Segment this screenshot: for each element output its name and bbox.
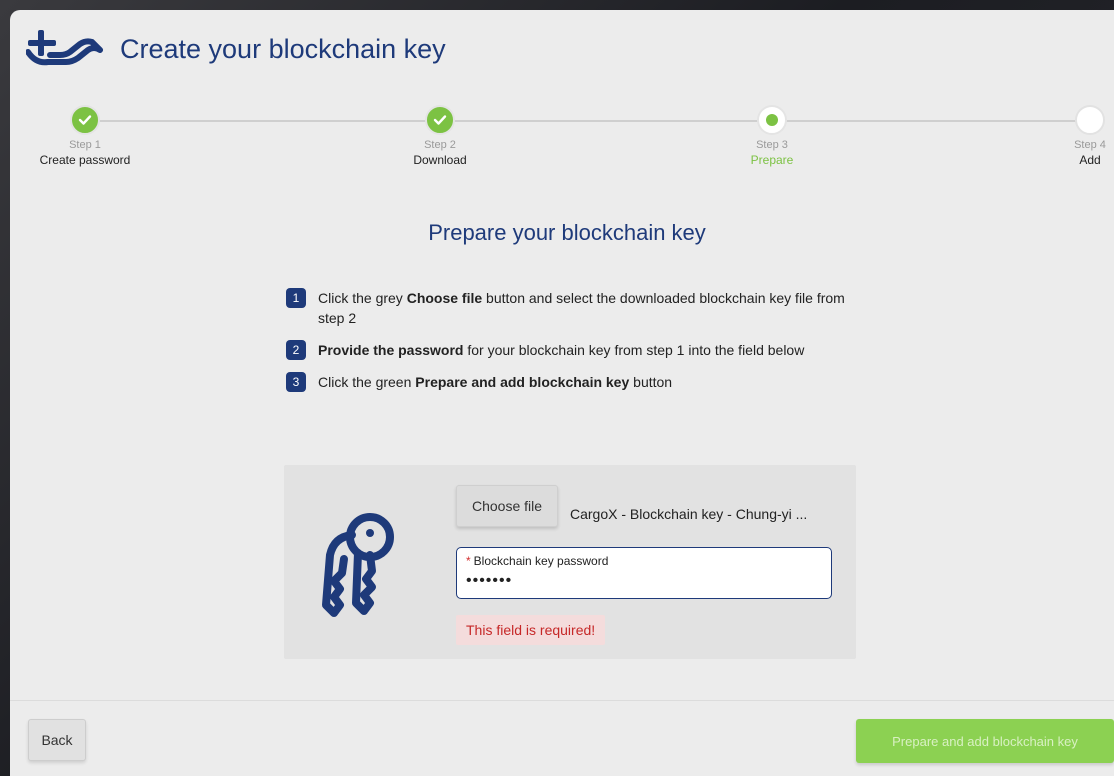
instruction-text-post: button (629, 374, 673, 390)
checkmark-icon (433, 115, 447, 125)
choose-file-button[interactable]: Choose file (456, 485, 558, 527)
step-1: Step 1 Create password (22, 105, 148, 167)
step-current-indicator (757, 105, 787, 135)
step-number: Step 1 (69, 139, 101, 151)
step-3: Step 3 Prepare (722, 105, 822, 167)
selected-filename: CargoX - Blockchain key - Chung-yi ... (570, 506, 808, 522)
step-label: Create password (39, 153, 131, 167)
instruction-text-post: for your blockchain key from step 1 into… (463, 342, 805, 358)
step-number: Step 2 (424, 139, 456, 151)
instruction-item: 2 Provide the password for your blockcha… (286, 340, 866, 360)
step-number: Step 4 (1074, 139, 1106, 151)
instruction-number-badge: 3 (286, 372, 306, 392)
validation-error: This field is required! (456, 615, 606, 645)
prepare-and-add-button[interactable]: Prepare and add blockchain key (856, 719, 1114, 763)
required-marker: * (466, 554, 471, 568)
instruction-text-pre: Click the green (318, 374, 416, 390)
page-title: Create your blockchain key (120, 34, 446, 64)
instruction-text: Provide the password for your blockchain… (318, 340, 804, 360)
cargox-logo-icon (26, 30, 103, 66)
checkmark-icon (78, 115, 92, 125)
instruction-item: 1 Click the grey Choose file button and … (286, 288, 866, 328)
step-4: Step 4 Add (1060, 105, 1114, 167)
step-complete-indicator (70, 105, 100, 135)
password-field[interactable]: * Blockchain key password ••••••• (456, 547, 832, 599)
instruction-text-bold: Provide the password (318, 342, 464, 358)
key-upload-panel: Choose file CargoX - Blockchain key - Ch… (284, 465, 856, 659)
keys-icon (322, 513, 394, 617)
step-pending-indicator (1075, 105, 1105, 135)
header: Create your blockchain key (10, 10, 1114, 90)
password-label: * Blockchain key password (466, 554, 608, 568)
instruction-number-badge: 1 (286, 288, 306, 308)
step-label: Add (1079, 153, 1101, 167)
password-input[interactable]: ••••••• (466, 572, 806, 590)
step-2: Step 2 Download (390, 105, 490, 167)
password-label-text: Blockchain key password (473, 554, 609, 568)
back-button[interactable]: Back (28, 719, 86, 761)
app-window: Create your blockchain key Step 1 Create… (10, 10, 1114, 776)
step-complete-indicator (425, 105, 455, 135)
step-label: Prepare (750, 153, 794, 167)
footer-divider (10, 700, 1114, 701)
instruction-list: 1 Click the grey Choose file button and … (286, 288, 866, 404)
instruction-item: 3 Click the green Prepare and add blockc… (286, 372, 866, 392)
instruction-text-pre: Click the grey (318, 290, 407, 306)
instruction-text: Click the grey Choose file button and se… (318, 288, 866, 328)
step-number: Step 3 (756, 139, 788, 151)
section-heading: Prepare your blockchain key (428, 220, 706, 245)
current-dot (766, 114, 778, 126)
instruction-text-bold: Choose file (406, 290, 483, 306)
instruction-text-bold: Prepare and add blockchain key (415, 374, 630, 390)
instruction-number-badge: 2 (286, 340, 306, 360)
instruction-text: Click the green Prepare and add blockcha… (318, 372, 672, 392)
step-connector (85, 120, 1095, 122)
stepper: Step 1 Create password Step 2 Download S… (10, 105, 1114, 195)
step-label: Download (413, 153, 467, 167)
